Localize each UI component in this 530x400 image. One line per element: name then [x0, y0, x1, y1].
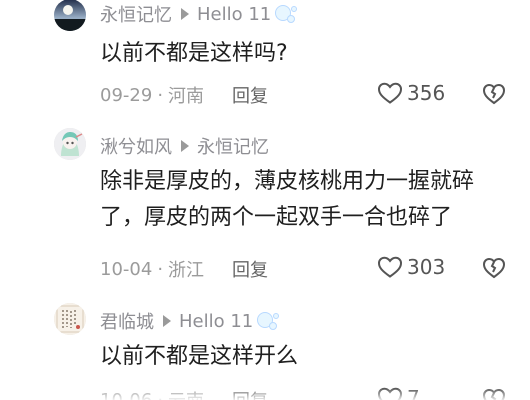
like-button[interactable]: 7	[377, 383, 420, 400]
meta-separator: ·	[157, 258, 164, 280]
reply-arrow-icon	[181, 140, 189, 152]
moon-lake-avatar-icon	[54, 0, 86, 31]
author-name[interactable]: 君临城	[100, 308, 154, 334]
reply-button[interactable]: 回复	[232, 82, 268, 108]
reply-button[interactable]: 回复	[232, 256, 268, 282]
dislike-heart-icon[interactable]	[482, 82, 506, 106]
comment-location: 河南	[168, 86, 205, 107]
comment-date: 09-29	[100, 84, 153, 106]
reply-arrow-icon	[181, 8, 189, 20]
comment-text: 除非是厚皮的，薄皮核桃用力一握就碎 了，厚皮的两个一起双手一合也碎了	[100, 169, 475, 230]
comment-meta: 10-04 · 浙江 回复	[100, 256, 268, 282]
comment-date: 10-06	[100, 389, 153, 400]
avatar[interactable]	[54, 303, 86, 335]
like-count: 7	[407, 386, 420, 400]
reply-target-name[interactable]: Hello 11	[179, 311, 253, 332]
author-row: 永恒记忆 Hello 11	[100, 0, 299, 28]
author-name[interactable]: 湫兮如风	[100, 133, 172, 159]
comment-item: 永恒记忆 Hello 11 以前不都是这样吗? 09-29 · 河南 回复 35…	[0, 0, 530, 120]
meta-separator: ·	[157, 389, 164, 400]
comment-text: 以前不都是这样开么	[100, 344, 299, 369]
reply-arrow-icon	[163, 315, 171, 327]
like-count: 356	[407, 81, 446, 105]
bubble-icon	[273, 3, 299, 25]
author-name[interactable]: 永恒记忆	[100, 1, 172, 27]
reply-button[interactable]: 回复	[232, 387, 268, 400]
comment-text: 以前不都是这样吗?	[100, 41, 288, 66]
comment-item: 君临城 Hello 11 以前不都是这样开么 10-06 · 云南 回复 7	[0, 303, 530, 400]
calligraphy-avatar-icon	[54, 303, 86, 335]
comment-item: 湫兮如风 永恒记忆 除非是厚皮的，薄皮核桃用力一握就碎 了，厚皮的两个一起双手一…	[0, 128, 530, 288]
avatar[interactable]	[54, 0, 86, 31]
author-row: 君临城 Hello 11	[100, 307, 281, 335]
heart-outline-icon	[377, 387, 403, 400]
dislike-heart-icon[interactable]	[482, 256, 506, 280]
meta-separator: ·	[157, 84, 164, 106]
heart-outline-icon	[377, 256, 403, 278]
reply-target-name[interactable]: Hello 11	[197, 4, 271, 25]
bubble-icon	[255, 310, 281, 332]
like-button[interactable]: 356	[377, 78, 445, 108]
anime-avatar-icon	[54, 128, 86, 160]
like-count: 303	[407, 255, 446, 279]
comment-meta: 09-29 · 河南 回复	[100, 82, 268, 108]
like-button[interactable]: 303	[377, 252, 445, 282]
comment-date: 10-04	[100, 258, 153, 280]
heart-outline-icon	[377, 82, 403, 104]
avatar[interactable]	[54, 128, 86, 160]
comment-location: 浙江	[168, 260, 205, 281]
dislike-heart-icon[interactable]	[482, 387, 506, 400]
comment-thread: 永恒记忆 Hello 11 以前不都是这样吗? 09-29 · 河南 回复 35…	[0, 0, 530, 400]
author-row: 湫兮如风 永恒记忆	[100, 132, 269, 160]
comment-location: 云南	[168, 387, 204, 400]
comment-meta: 10-06 · 云南 回复	[100, 387, 268, 400]
reply-target-name[interactable]: 永恒记忆	[197, 133, 269, 159]
